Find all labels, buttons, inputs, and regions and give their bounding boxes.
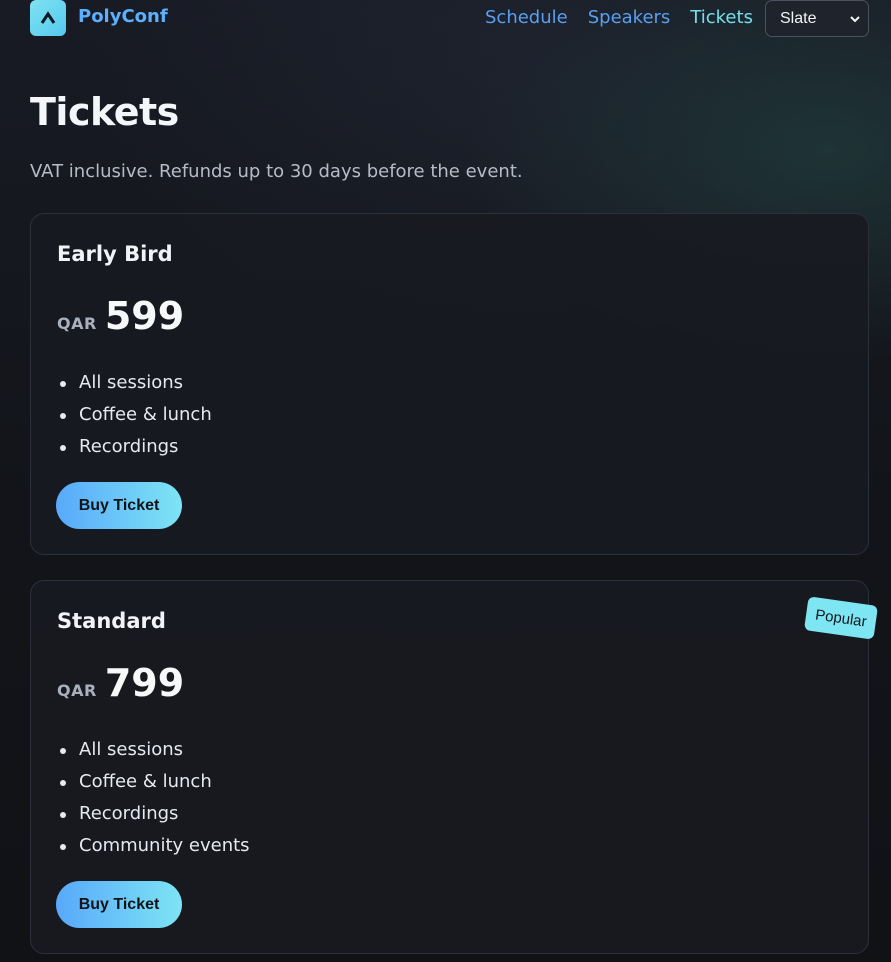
feature-item: Recordings	[57, 798, 250, 830]
feature-item: All sessions	[57, 734, 250, 766]
price-currency: QAR	[57, 681, 97, 700]
nav-link-schedule[interactable]: Schedule	[485, 7, 568, 28]
nav-link-speakers[interactable]: Speakers	[588, 7, 671, 28]
ticket-card-early-bird: Early Bird QAR 599 All sessions Coffee &…	[30, 213, 869, 555]
main-nav: Schedule Speakers Tickets	[485, 7, 753, 28]
page-subtitle: VAT inclusive. Refunds up to 30 days bef…	[30, 161, 523, 182]
top-nav-bar: PolyConf Schedule Speakers Tickets Slate	[0, 0, 891, 38]
logo-icon[interactable]	[30, 0, 66, 36]
ticket-name: Standard	[57, 609, 166, 633]
buy-ticket-button[interactable]: Buy Ticket	[56, 482, 182, 529]
theme-select-value: Slate	[780, 9, 817, 27]
feature-list: All sessions Coffee & lunch Recordings	[57, 367, 212, 463]
page-title: Tickets	[30, 90, 179, 134]
chevron-up-icon	[40, 11, 56, 24]
ticket-card-standard: Popular Standard QAR 799 All sessions Co…	[30, 580, 879, 954]
price-amount: 799	[104, 661, 185, 705]
feature-item: Recordings	[57, 431, 212, 463]
feature-item: Coffee & lunch	[57, 766, 250, 798]
feature-item: Coffee & lunch	[57, 399, 212, 431]
buy-ticket-button[interactable]: Buy Ticket	[56, 881, 182, 928]
popular-badge: Popular	[803, 596, 879, 640]
ticket-price: QAR 599	[57, 294, 184, 338]
chevron-down-icon	[850, 16, 860, 23]
ticket-price: QAR 799	[57, 661, 184, 705]
feature-item: Community events	[57, 830, 250, 862]
price-currency: QAR	[57, 314, 97, 333]
feature-list: All sessions Coffee & lunch Recordings C…	[57, 734, 250, 862]
brand-name[interactable]: PolyConf	[78, 6, 168, 27]
theme-select[interactable]: Slate	[765, 0, 869, 37]
feature-item: All sessions	[57, 367, 212, 399]
price-amount: 599	[104, 294, 185, 338]
ticket-name: Early Bird	[57, 242, 173, 266]
nav-link-tickets[interactable]: Tickets	[690, 7, 753, 28]
